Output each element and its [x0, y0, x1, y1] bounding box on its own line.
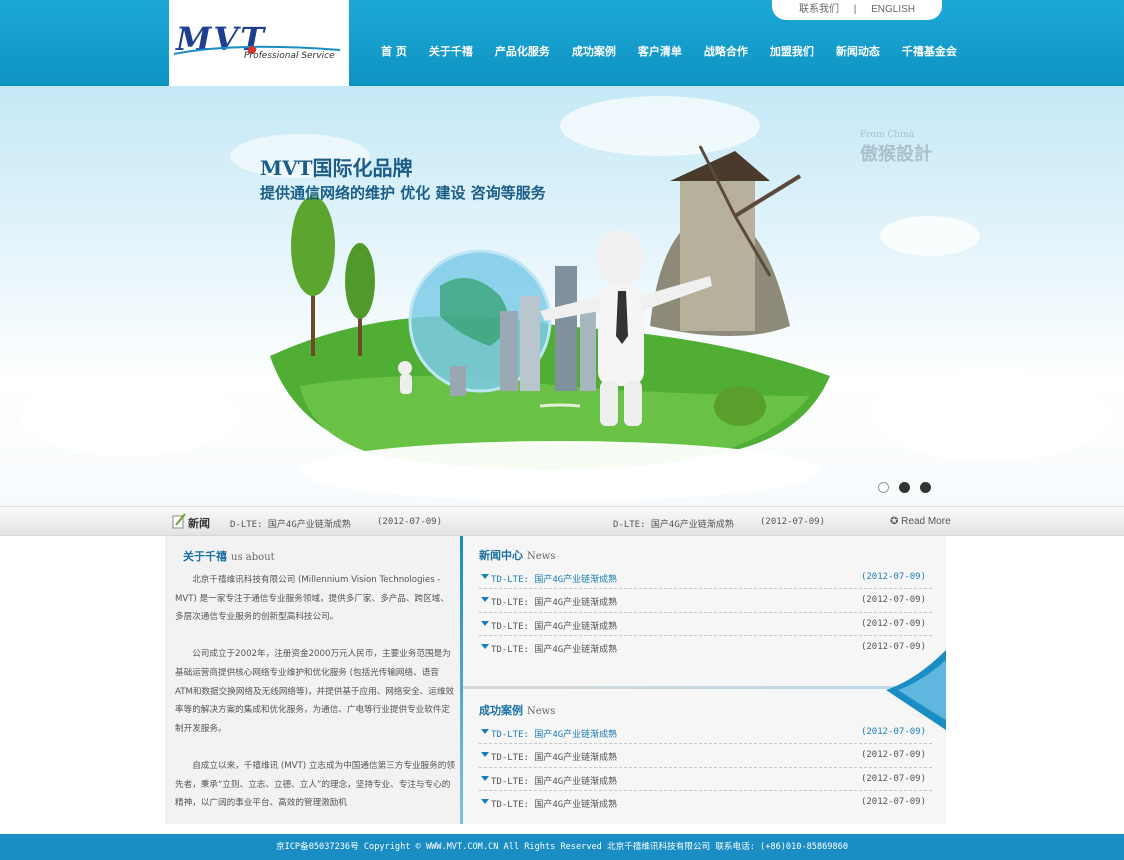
slide-dot-2[interactable]	[899, 482, 910, 493]
news-ticker: 新闻 D-LTE: 国产4G产业链渐成熟 (2012-07-09) D-LTE:…	[0, 506, 1124, 536]
triangle-down-icon	[481, 574, 489, 579]
watermark-large: 傲猴設計	[860, 144, 932, 165]
case-title[interactable]: TD-LTE: 国产4G产业链渐成熟	[491, 797, 617, 810]
banner-illustration	[20, 96, 1110, 501]
list-item[interactable]: TD-LTE: 国产4G产业链渐成熟 (2012-07-09)	[479, 613, 932, 637]
circle-arrow-icon: ✪	[890, 516, 899, 527]
list-item[interactable]: TD-LTE: 国产4G产业链渐成熟 (2012-07-09)	[479, 768, 932, 792]
top-links-separator: |	[853, 4, 857, 15]
ribbon-decoration-icon	[886, 650, 946, 730]
section-separator	[463, 686, 946, 689]
read-more-link[interactable]: ✪ Read More	[890, 516, 951, 527]
ticker-item-date: (2012-07-09)	[377, 517, 443, 527]
watermark-small: From China	[860, 130, 915, 140]
nav-item-foundation[interactable]: 千禧基金会	[891, 44, 968, 60]
banner-subtitle: 提供通信网络的维护 优化 建设 咨询等服务	[260, 184, 546, 202]
news-center-list: TD-LTE: 国产4G产业链渐成熟 (2012-07-09) TD-LTE: …	[479, 566, 932, 660]
list-item[interactable]: TD-LTE: 国产4G产业链渐成熟 (2012-07-09)	[479, 589, 932, 613]
top-links: 联系我们 | ENGLISH	[772, 0, 942, 20]
news-title[interactable]: TD-LTE: 国产4G产业链渐成熟	[491, 642, 617, 655]
news-center-title: 新闻中心	[479, 549, 523, 562]
designer-watermark: From China 傲猴設計	[860, 130, 932, 166]
english-link[interactable]: ENGLISH	[871, 4, 915, 15]
contact-us-link[interactable]: 联系我们	[799, 4, 839, 15]
about-section: 关于千禧 us about 北京千禧维讯科技有限公司 (Millennium Vi…	[165, 536, 460, 824]
news-date: (2012-07-09)	[860, 572, 926, 582]
about-paragraph: 北京千禧维讯科技有限公司 (Millennium Vision Technolo…	[175, 575, 449, 623]
case-date: (2012-07-09)	[860, 773, 926, 784]
triangle-down-icon	[481, 799, 489, 805]
list-item[interactable]: TD-LTE: 国产4G产业链渐成熟 (2012-07-09)	[479, 721, 932, 745]
triangle-down-icon	[481, 620, 489, 626]
about-title-en: us about	[231, 552, 275, 563]
site-footer: 京ICP备05037236号 Copyright © WWW.MVT.COM.C…	[0, 834, 1124, 860]
about-paragraph: 自成立以来，千禧维讯 (MVT) 立志成为中国通信第三方专业服务的领先者，秉承“…	[175, 760, 455, 809]
cases-list: TD-LTE: 国产4G产业链渐成熟 (2012-07-09) TD-LTE: …	[479, 721, 932, 815]
triangle-down-icon	[481, 729, 489, 734]
news-center-heading: 新闻中心 News	[479, 547, 555, 563]
nav-item-join[interactable]: 加盟我们	[759, 44, 825, 60]
footer-copyright: 京ICP备05037236号 Copyright © WWW.MVT.COM.C…	[275, 842, 849, 852]
news-date: (2012-07-09)	[860, 618, 926, 629]
list-item[interactable]: TD-LTE: 国产4G产业链渐成熟 (2012-07-09)	[479, 636, 932, 659]
ticker-item-date: (2012-07-09)	[760, 517, 826, 527]
cases-title: 成功案例	[479, 704, 523, 717]
triangle-down-icon	[481, 644, 489, 650]
banner-title: MVT国际化品牌	[260, 156, 413, 180]
main-content: 关于千禧 us about 北京千禧维讯科技有限公司 (Millennium Vi…	[165, 536, 946, 824]
nav-item-about[interactable]: 关于千禧	[418, 44, 484, 60]
nav-item-partners[interactable]: 战略合作	[693, 44, 759, 60]
news-title[interactable]: TD-LTE: 国产4G产业链渐成熟	[491, 619, 617, 632]
about-heading: 关于千禧 us about	[183, 548, 275, 564]
about-body: 北京千禧维讯科技有限公司 (Millennium Vision Technolo…	[175, 571, 455, 824]
nav-item-news[interactable]: 新闻动态	[825, 44, 891, 60]
news-date: (2012-07-09)	[860, 595, 926, 606]
case-title[interactable]: TD-LTE: 国产4G产业链渐成熟	[491, 774, 617, 787]
case-date: (2012-07-09)	[860, 750, 926, 761]
hero-banner: MVT国际化品牌 提供通信网络的维护 优化 建设 咨询等服务 From Chin…	[0, 86, 1124, 506]
news-section: 新闻中心 News TD-LTE: 国产4G产业链渐成熟 (2012-07-09)…	[463, 536, 946, 824]
nav-item-services[interactable]: 产品化服务	[484, 44, 561, 60]
nav-item-clients[interactable]: 客户清单	[627, 44, 693, 60]
case-title[interactable]: TD-LTE: 国产4G产业链渐成熟	[491, 750, 617, 763]
ticker-item-text[interactable]: D-LTE: 国产4G产业链渐成熟	[230, 517, 351, 530]
case-date: (2012-07-09)	[860, 797, 926, 808]
slide-dot-1[interactable]	[878, 482, 889, 493]
list-item[interactable]: TD-LTE: 国产4G产业链渐成熟 (2012-07-09)	[479, 566, 932, 590]
cases-heading: 成功案例 News	[479, 702, 555, 718]
news-title[interactable]: TD-LTE: 国产4G产业链渐成熟	[491, 572, 617, 585]
cases-title-en: News	[527, 706, 556, 717]
ticker-item-text[interactable]: D-LTE: 国产4G产业链渐成熟	[613, 517, 734, 530]
about-title: 关于千禧	[183, 550, 227, 563]
news-title[interactable]: TD-LTE: 国产4G产业链渐成熟	[491, 595, 617, 608]
slide-dot-3[interactable]	[920, 482, 931, 493]
main-nav: 首 页 关于千禧 产品化服务 成功案例 客户清单 战略合作 加盟我们 新闻动态 …	[370, 44, 968, 60]
about-paragraph: 公司成立于2002年，注册资金2000万元人民币，主要业务范围是为基础运营商提供…	[175, 649, 455, 734]
pencil-note-icon	[172, 513, 186, 529]
triangle-down-icon	[481, 752, 489, 758]
triangle-down-icon	[481, 775, 489, 781]
site-header: MVT Professional Service 联系我们 | ENGLISH …	[0, 0, 1124, 86]
list-item[interactable]: TD-LTE: 国产4G产业链渐成熟 (2012-07-09)	[479, 791, 932, 814]
nav-item-home[interactable]: 首 页	[370, 44, 418, 60]
news-center-title-en: News	[527, 551, 556, 562]
list-item[interactable]: TD-LTE: 国产4G产业链渐成熟 (2012-07-09)	[479, 744, 932, 768]
read-more-label: Read More	[901, 516, 951, 527]
slide-dots	[878, 482, 931, 493]
logo-subtitle: Professional Service	[244, 51, 335, 61]
nav-item-cases[interactable]: 成功案例	[561, 44, 627, 60]
triangle-down-icon	[481, 597, 489, 603]
case-date: (2012-07-09)	[860, 727, 926, 737]
case-title[interactable]: TD-LTE: 国产4G产业链渐成熟	[491, 727, 617, 740]
ticker-label: 新闻	[188, 517, 210, 530]
